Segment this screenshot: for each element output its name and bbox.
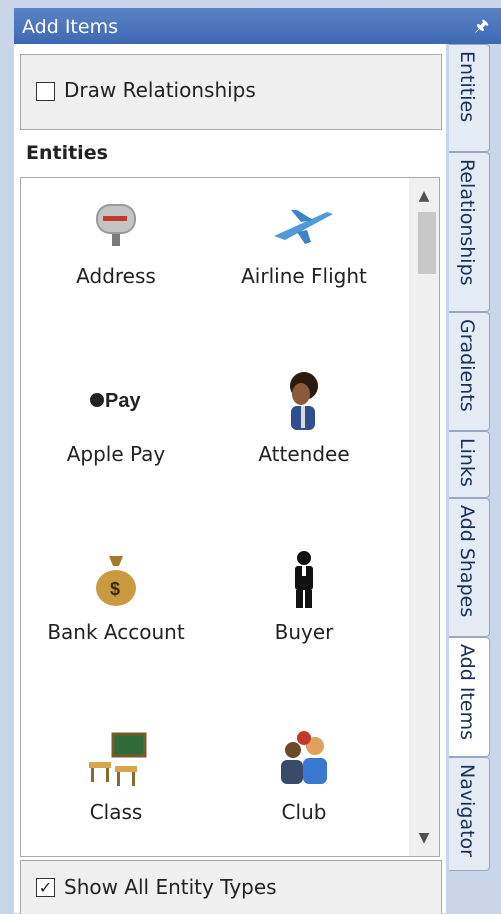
entity-list[interactable]: Address Airline Flight Pay Apple Pay Att… [20, 177, 440, 857]
scroll-thumb[interactable] [418, 212, 436, 274]
tab-label: Links [456, 438, 478, 487]
entity-item-airline-flight[interactable]: Airline Flight [209, 192, 399, 322]
draw-relationships-checkbox[interactable] [36, 82, 55, 101]
entity-list-scrollbar[interactable]: ▲ ▼ [409, 178, 439, 856]
entity-label: Apple Pay [66, 442, 166, 466]
tab-label: Add Items [456, 644, 478, 740]
tab-relationships[interactable]: Relationships [449, 152, 490, 312]
money-bag-icon: $ [96, 556, 136, 606]
apple-pay-icon: Pay [90, 390, 141, 412]
show-all-checkbox[interactable]: ✓ [36, 878, 55, 897]
side-tab-strip: Entities Relationships Gradients Links A… [449, 44, 494, 913]
scroll-up-icon[interactable]: ▲ [409, 184, 439, 208]
tab-links[interactable]: Links [449, 431, 490, 498]
entity-item-class[interactable]: Class [21, 728, 211, 856]
tab-label: Relationships [456, 159, 478, 286]
tab-gradients[interactable]: Gradients [449, 312, 490, 431]
panel-title-bar: Add Items 🖈 [14, 8, 501, 44]
entity-item-club[interactable]: Club [209, 728, 399, 856]
entity-label: Buyer [274, 620, 334, 644]
tab-add-items[interactable]: Add Items [449, 637, 490, 757]
entity-label: Attendee [258, 442, 350, 466]
entity-label: Bank Account [47, 620, 185, 644]
entity-item-buyer[interactable]: Buyer [209, 548, 399, 678]
group-icon [281, 731, 327, 784]
entity-item-attendee[interactable]: Attendee [209, 370, 399, 500]
tab-label: Navigator [456, 764, 478, 857]
tab-label: Add Shapes [456, 505, 478, 618]
person-icon [290, 372, 318, 430]
svg-text:$: $ [110, 579, 120, 599]
tab-add-shapes[interactable]: Add Shapes [449, 498, 490, 637]
tab-entities[interactable]: Entities [449, 44, 490, 152]
entity-label: Club [281, 800, 327, 824]
entities-header: Entities [26, 142, 108, 164]
entity-item-address[interactable]: Address [21, 192, 211, 322]
apple-pay-icon-text: Pay [105, 390, 141, 412]
entity-item-bank-account[interactable]: $ Bank Account [21, 548, 211, 678]
tab-navigator[interactable]: Navigator [449, 757, 490, 871]
airplane-icon [274, 210, 333, 244]
entity-label: Class [89, 800, 143, 824]
buyer-person-icon [295, 551, 313, 608]
show-all-group: ✓ Show All Entity Types [20, 860, 442, 914]
tab-label: Gradients [456, 319, 478, 412]
tab-label: Entities [456, 51, 478, 123]
mailbox-icon [96, 204, 136, 246]
scroll-down-icon[interactable]: ▼ [409, 826, 439, 850]
draw-relationships-group: Draw Relationships [20, 54, 442, 130]
entity-label: Airline Flight [241, 264, 367, 288]
show-all-label[interactable]: Show All Entity Types [64, 875, 277, 899]
draw-relationships-label[interactable]: Draw Relationships [64, 78, 256, 102]
pin-icon[interactable]: 🖈 [474, 15, 489, 42]
entity-item-apple-pay[interactable]: Pay Apple Pay [21, 370, 211, 500]
entity-label: Address [76, 264, 156, 288]
panel-title: Add Items [22, 16, 118, 38]
classroom-icon [89, 732, 147, 786]
